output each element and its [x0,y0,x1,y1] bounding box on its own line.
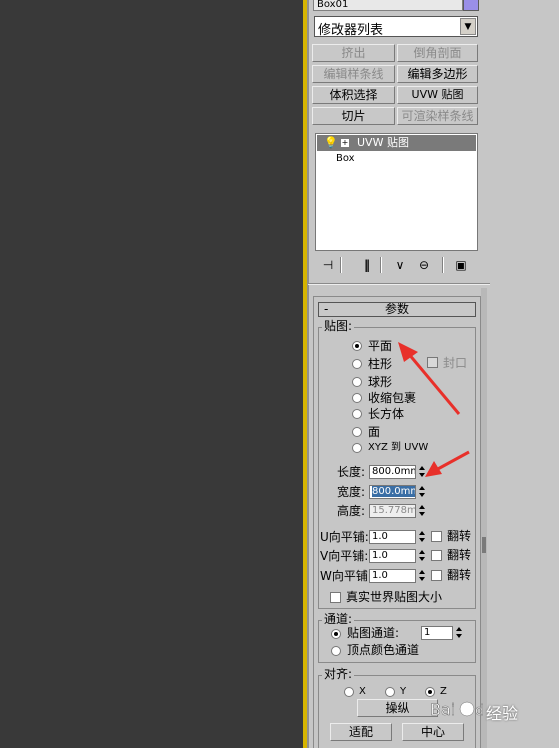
watermark-text: 经验 [486,704,519,723]
red-arrow-planar [398,342,461,415]
svg-text:Bai: Bai [430,700,455,719]
baidu-logo-icon: Bai d [430,700,484,720]
watermark: Bai d 经验 [428,694,559,724]
red-arrow-length [425,450,470,477]
annotation-arrows [398,342,470,477]
svg-text:d: d [475,703,484,719]
